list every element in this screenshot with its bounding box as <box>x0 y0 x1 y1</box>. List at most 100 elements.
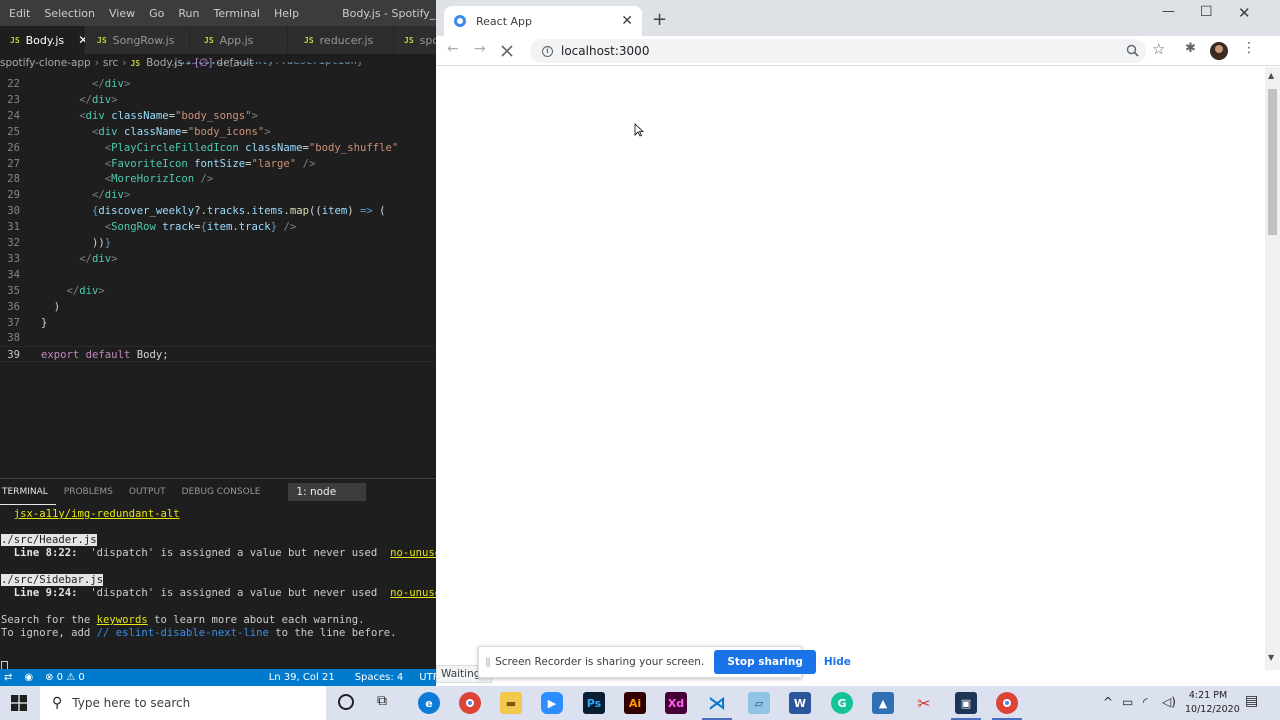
browser-tab-react-app[interactable]: React App ✕ <box>444 6 642 36</box>
grammarly-icon[interactable]: G <box>831 692 853 714</box>
problems-count[interactable]: ⊗ 0 ⚠ 0 <box>39 672 91 683</box>
close-icon[interactable]: ✕ <box>621 13 633 29</box>
page-viewport[interactable] <box>436 67 1265 670</box>
extensions-icon[interactable]: ✱ <box>1185 41 1196 56</box>
remote-icon[interactable]: ⇄ <box>0 672 18 683</box>
scrollbar-thumb[interactable] <box>1268 89 1277 235</box>
react-icon <box>454 15 466 27</box>
profile-avatar[interactable] <box>1210 42 1228 60</box>
code-text: <FavoriteIcon fontSize="large" /> <box>104 157 316 170</box>
bookmark-star-icon[interactable]: ☆ <box>1152 40 1165 58</box>
cursor-position[interactable]: Ln 39, Col 21 <box>263 672 341 683</box>
edge-icon[interactable]: e <box>418 692 440 714</box>
clock-time: 4:21 PM <box>1188 690 1228 701</box>
back-icon[interactable]: ← <box>447 41 459 57</box>
live-share-icon[interactable]: ◉ <box>18 672 39 683</box>
photoshop-icon[interactable]: Ps <box>583 692 605 714</box>
info-icon[interactable]: i <box>542 45 553 57</box>
tab-app-js[interactable]: JS App.js <box>190 26 288 54</box>
tab-reducer-js[interactable]: JS reducer.js <box>288 26 394 54</box>
line-number: 33 <box>7 252 20 265</box>
windows-start-icon[interactable] <box>11 695 27 711</box>
battery-icon[interactable]: ▭ <box>1122 695 1133 709</box>
keywords-link: keywords <box>96 614 148 626</box>
drag-handle-icon[interactable]: ||| <box>485 657 491 668</box>
app-icon[interactable]: ▱ <box>748 692 770 714</box>
menu-help[interactable]: Help <box>267 7 306 20</box>
code-text: ))} <box>92 237 112 249</box>
chrome-profile-icon[interactable] <box>996 692 1018 714</box>
js-file-icon: JS <box>404 35 414 45</box>
snipping-icon[interactable]: ✂ <box>913 692 935 714</box>
cortana-icon[interactable] <box>338 694 354 710</box>
tab-terminal[interactable]: TERMINAL <box>0 479 56 505</box>
menu-go[interactable]: Go <box>142 7 171 20</box>
code-line: 24 <div className="body_songs"> <box>0 108 436 124</box>
menu-edit[interactable]: Edit <box>0 7 37 20</box>
illustrator-icon[interactable]: Ai <box>624 692 646 714</box>
code-text: </div> <box>92 189 131 202</box>
terminal-line: To ignore, add // eslint-disable-next-li… <box>1 626 396 640</box>
line-number: 36 <box>7 300 20 313</box>
warning-message: 'dispatch' is assigned a value but never… <box>77 547 391 559</box>
tab-output[interactable]: OUTPUT <box>121 479 174 505</box>
code-text: </div> <box>66 284 105 297</box>
zoom-app-icon[interactable]: ▶ <box>541 692 563 714</box>
line-number: 27 <box>7 157 20 170</box>
hide-button[interactable]: Hide <box>824 656 851 668</box>
address-bar[interactable]: i localhost:3000 <box>530 39 1146 63</box>
tab-songrow-js[interactable]: JS SongRow.js <box>85 26 190 54</box>
menu-selection[interactable]: Selection <box>37 7 102 20</box>
scroll-up-icon[interactable]: ▲ <box>1268 71 1274 80</box>
vscode-icon[interactable]: ⋊ <box>706 692 728 714</box>
line-number: 28 <box>7 173 20 186</box>
xd-icon[interactable]: Xd <box>665 692 687 714</box>
code-line: 28 <MoreHorizIcon /> <box>0 171 436 187</box>
photos-icon[interactable]: ▲ <box>872 692 894 714</box>
tab-problems[interactable]: PROBLEMS <box>56 479 121 505</box>
close-window-icon[interactable]: ✕ <box>1238 4 1251 22</box>
terminal-line: ./src/Sidebar.js <box>1 573 104 587</box>
tab-body-js[interactable]: JS Body.js ✕ <box>0 26 88 54</box>
notifications-icon[interactable]: ▤ <box>1245 693 1258 709</box>
terminal-output[interactable]: jsx-a11y/img-redundant-alt ./src/Header.… <box>0 505 436 673</box>
windows-taskbar: ⚲ Type here to search ⧉ e ▬ ▶ Ps Ai Xd ⋊… <box>0 686 1280 720</box>
code-line: 31 <SongRow track={item.track} /> <box>0 219 436 235</box>
code-text: </div> <box>79 93 118 106</box>
maximize-icon[interactable]: ☐ <box>1200 4 1213 20</box>
wifi-icon[interactable]: ◜ <box>1143 695 1148 709</box>
word-icon[interactable]: W <box>789 692 811 714</box>
chrome-icon[interactable] <box>459 692 481 714</box>
encoding[interactable]: UTF-8 <box>413 672 436 683</box>
scroll-down-icon[interactable]: ▼ <box>1268 653 1274 662</box>
chevron-up-icon[interactable]: ^ <box>1103 695 1113 709</box>
terminal-select[interactable]: 1: node <box>288 483 367 501</box>
menu-terminal[interactable]: Terminal <box>206 7 267 20</box>
minimize-icon[interactable]: — <box>1162 4 1175 19</box>
taskbar-search-box[interactable]: ⚲ Type here to search <box>40 686 326 720</box>
line-number: 25 <box>7 125 20 138</box>
file-explorer-icon[interactable]: ▬ <box>500 692 522 714</box>
task-view-icon[interactable]: ⧉ <box>377 693 387 709</box>
menu-kebab-icon[interactable]: ⋮ <box>1242 40 1256 56</box>
mouse-cursor-icon <box>634 123 644 137</box>
stop-loading-icon[interactable] <box>500 44 514 58</box>
forward-icon[interactable]: → <box>474 41 486 57</box>
page-scrollbar[interactable]: ▲ ▼ <box>1265 67 1280 670</box>
code-line: 37} <box>0 315 436 331</box>
zoom-icon[interactable] <box>1126 44 1139 57</box>
line-number: 22 <box>7 78 20 90</box>
tab-debug-console[interactable]: DEBUG CONSOLE <box>174 479 269 505</box>
js-file-icon: JS <box>204 35 214 45</box>
menu-run[interactable]: Run <box>171 7 206 20</box>
volume-icon[interactable]: ◁) <box>1162 695 1176 709</box>
new-tab-button[interactable]: + <box>652 9 667 30</box>
screen-recorder-icon[interactable]: ▣ <box>955 692 977 714</box>
stop-sharing-button[interactable]: Stop sharing <box>714 650 816 674</box>
tab-overflow[interactable]: JS spo <box>394 26 436 54</box>
taskbar-clock[interactable]: 4:21 PM 10/12/2020 <box>1185 689 1240 717</box>
code-editor[interactable]: {discover_weekly?.description} 22 </div>… <box>0 62 436 478</box>
menu-view[interactable]: View <box>102 7 142 20</box>
indentation[interactable]: Spaces: 4 <box>349 672 410 683</box>
code-line: 33 </div> <box>0 251 436 267</box>
